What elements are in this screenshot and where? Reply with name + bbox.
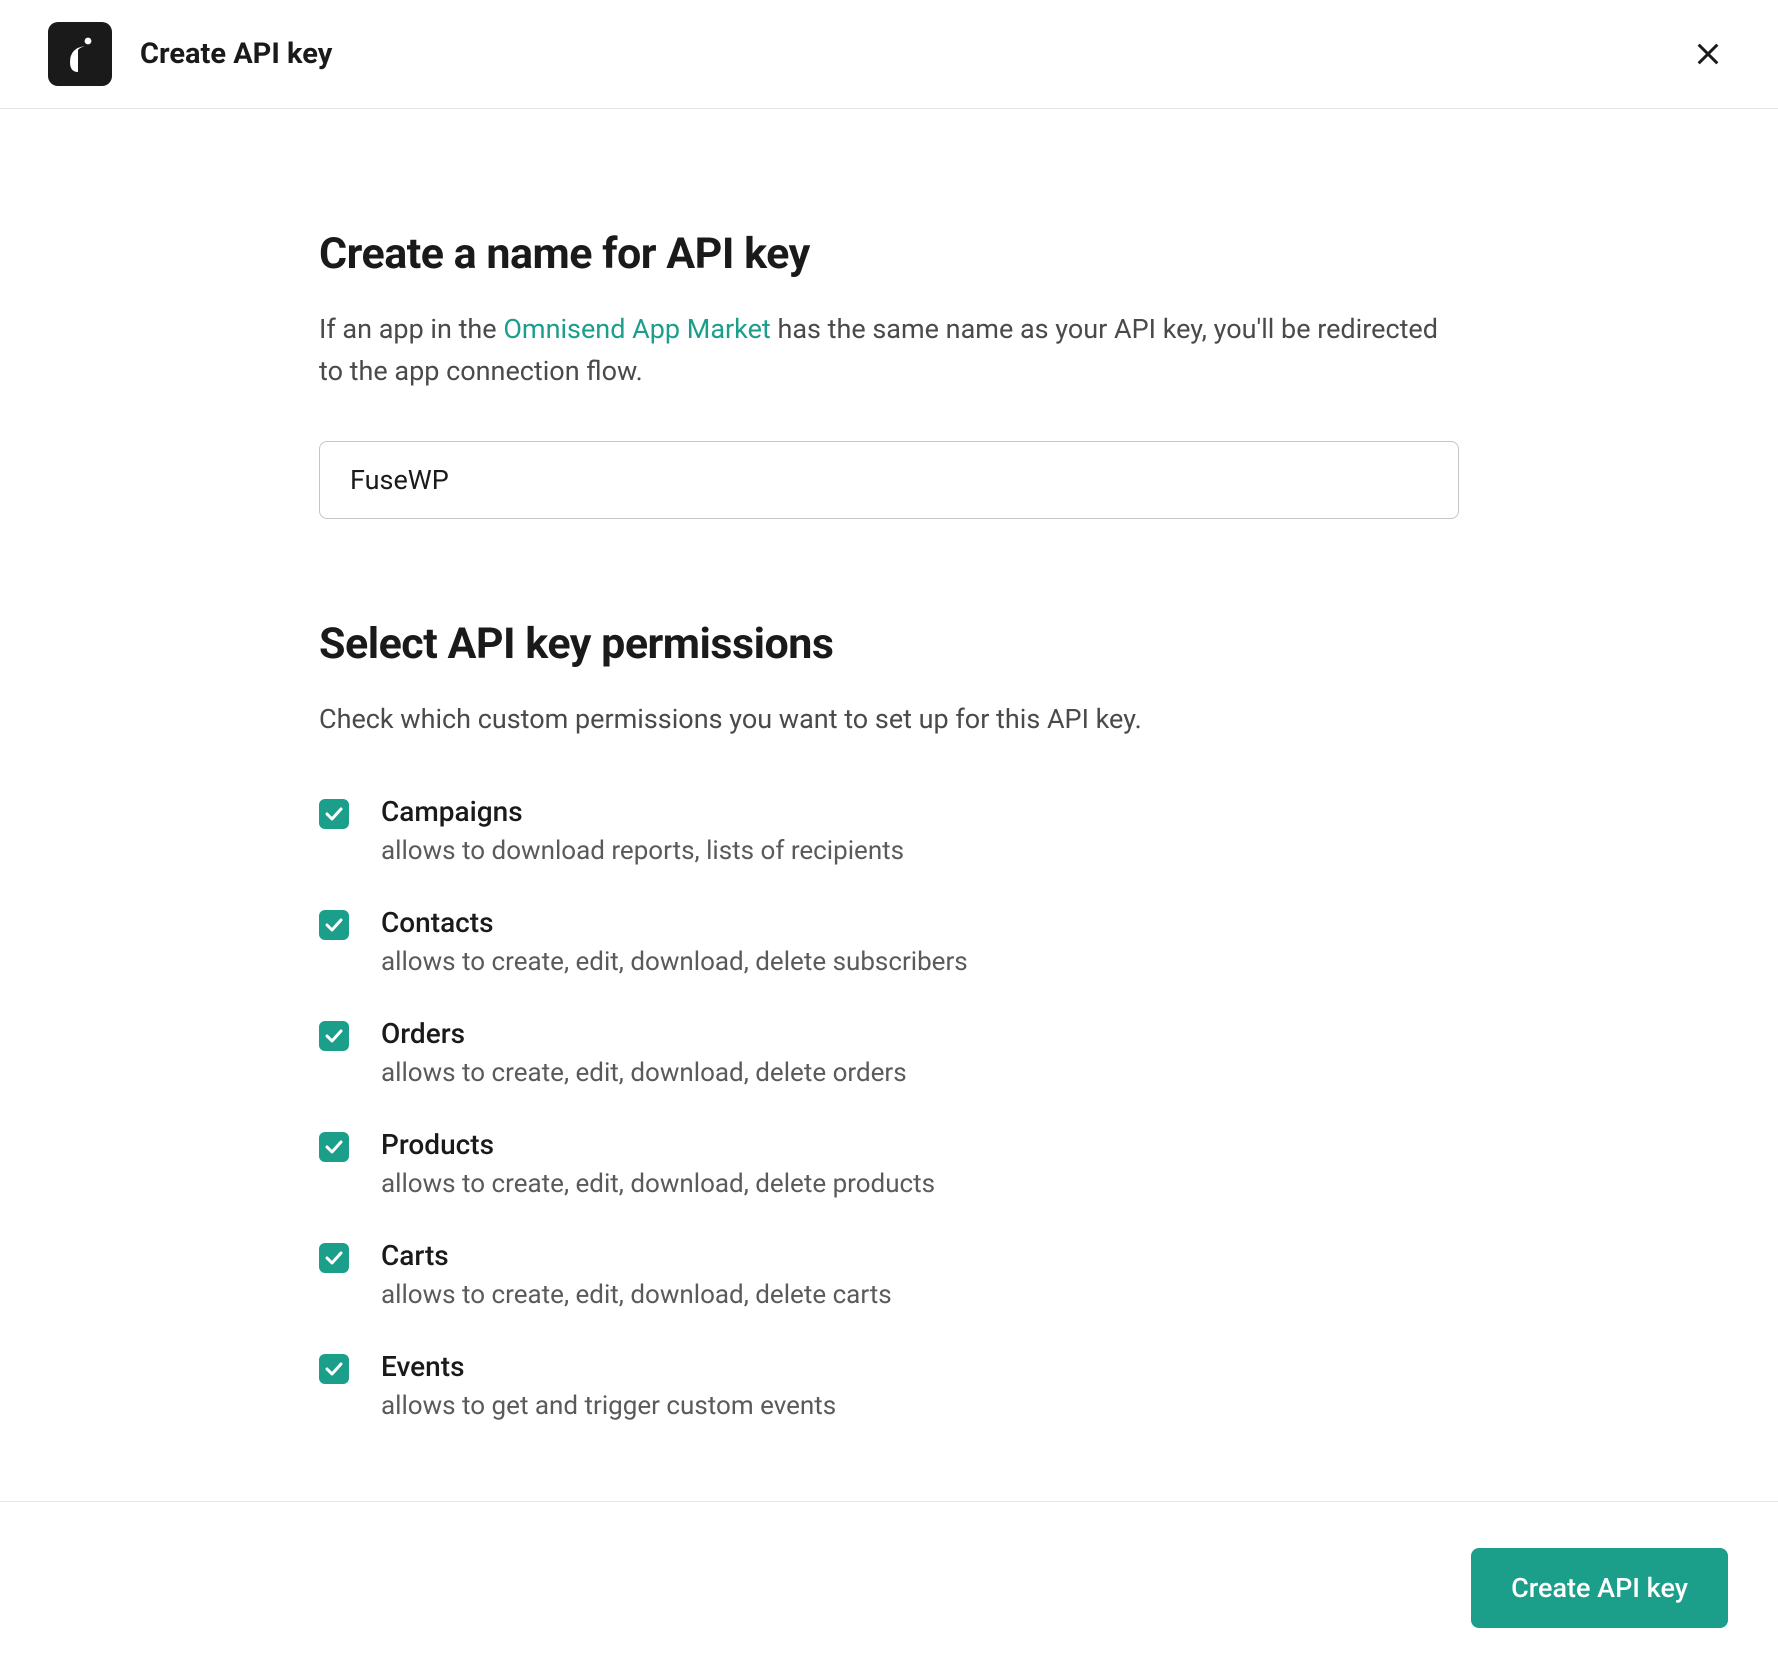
permission-desc: allows to get and trigger custom events (381, 1391, 836, 1421)
permission-item-contacts: Contacts allows to create, edit, downloa… (319, 906, 1459, 977)
app-logo (48, 22, 112, 86)
permission-text: Carts allows to create, edit, download, … (381, 1239, 892, 1310)
app-market-link[interactable]: Omnisend App Market (503, 313, 770, 345)
permission-text: Events allows to get and trigger custom … (381, 1350, 836, 1421)
permission-text: Products allows to create, edit, downloa… (381, 1128, 935, 1199)
permission-title: Carts (381, 1239, 892, 1272)
permission-text: Contacts allows to create, edit, downloa… (381, 906, 968, 977)
checkbox-orders[interactable] (319, 1021, 349, 1051)
name-section-title: Create a name for API key (319, 229, 1459, 279)
modal-header: Create API key (0, 0, 1778, 109)
check-icon (325, 807, 343, 821)
name-section-desc: If an app in the Omnisend App Market has… (319, 309, 1459, 393)
api-key-name-input[interactable] (319, 441, 1459, 519)
desc-text-before: If an app in the (319, 313, 503, 345)
checkbox-carts[interactable] (319, 1243, 349, 1273)
permission-list: Campaigns allows to download reports, li… (319, 795, 1459, 1421)
permission-item-carts: Carts allows to create, edit, download, … (319, 1239, 1459, 1310)
permission-title: Events (381, 1350, 836, 1383)
permission-title: Campaigns (381, 795, 904, 828)
modal-content: Create a name for API key If an app in t… (319, 109, 1459, 1501)
checkbox-contacts[interactable] (319, 910, 349, 940)
create-api-key-button[interactable]: Create API key (1471, 1548, 1728, 1628)
permission-desc: allows to download reports, lists of rec… (381, 836, 904, 866)
check-icon (325, 918, 343, 932)
check-icon (325, 1029, 343, 1043)
permission-desc: allows to create, edit, download, delete… (381, 1169, 935, 1199)
permission-item-orders: Orders allows to create, edit, download,… (319, 1017, 1459, 1088)
permission-title: Orders (381, 1017, 907, 1050)
checkbox-events[interactable] (319, 1354, 349, 1384)
check-icon (325, 1251, 343, 1265)
checkbox-campaigns[interactable] (319, 799, 349, 829)
modal-footer: Create API key (0, 1501, 1778, 1674)
check-icon (325, 1362, 343, 1376)
permission-item-campaigns: Campaigns allows to download reports, li… (319, 795, 1459, 866)
permission-text: Orders allows to create, edit, download,… (381, 1017, 907, 1088)
header-left: Create API key (48, 22, 332, 86)
permission-title: Products (381, 1128, 935, 1161)
permission-desc: allows to create, edit, download, delete… (381, 1058, 907, 1088)
check-icon (325, 1140, 343, 1154)
permission-desc: allows to create, edit, download, delete… (381, 947, 968, 977)
close-icon (1694, 40, 1722, 68)
permissions-section: Select API key permissions Check which c… (319, 619, 1459, 1422)
permissions-section-title: Select API key permissions (319, 619, 1459, 669)
modal-title: Create API key (140, 37, 332, 71)
permission-desc: allows to create, edit, download, delete… (381, 1280, 892, 1310)
permission-item-products: Products allows to create, edit, downloa… (319, 1128, 1459, 1199)
permission-text: Campaigns allows to download reports, li… (381, 795, 904, 866)
permissions-section-desc: Check which custom permissions you want … (319, 699, 1459, 740)
permission-title: Contacts (381, 906, 968, 939)
checkbox-products[interactable] (319, 1132, 349, 1162)
close-button[interactable] (1688, 34, 1728, 74)
permission-item-events: Events allows to get and trigger custom … (319, 1350, 1459, 1421)
omnisend-logo-icon (65, 36, 95, 72)
